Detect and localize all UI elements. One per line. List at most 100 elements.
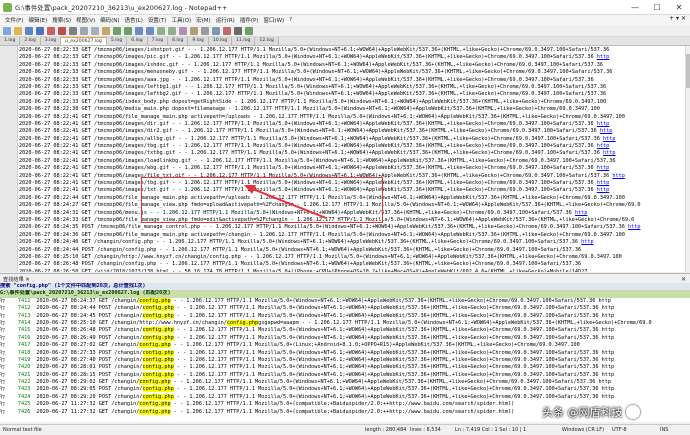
stop-macro-icon[interactable] bbox=[234, 26, 242, 35]
tab-10[interactable]: 10.log bbox=[208, 37, 233, 45]
menu-help[interactable]: ? bbox=[289, 17, 292, 23]
zoom-out-icon[interactable] bbox=[168, 26, 176, 35]
tab-12[interactable]: 12.log bbox=[255, 37, 279, 45]
find-result-row[interactable]: 行 7412 2020-06-27 08:24:44 POST /changin/… bbox=[0, 305, 690, 312]
find-result-row[interactable]: 行 7418 2020-06-27 08:27:33 POST /changin/… bbox=[0, 349, 690, 357]
close-all-icon[interactable] bbox=[58, 26, 66, 35]
sync-scroll-icon[interactable] bbox=[179, 26, 187, 35]
menu-file[interactable]: 文件(F) bbox=[5, 16, 23, 24]
log-line-link[interactable]: http bbox=[628, 224, 641, 230]
result-text-after: - - 1.206.12.177 HTTP/1.1 Mozilla/5.0+(W… bbox=[173, 393, 615, 400]
print-icon[interactable] bbox=[69, 26, 77, 35]
tab-1[interactable]: 1.log bbox=[0, 37, 21, 45]
find-result-row[interactable]: 行 7420 2020-06-27 08:28:01 POST /changin/… bbox=[0, 364, 690, 371]
result-prefix: 行 bbox=[0, 342, 6, 349]
word-wrap-icon[interactable] bbox=[190, 26, 198, 35]
find-result-row[interactable]: 行 7415 2020-06-27 08:26:48 POST /changin/… bbox=[0, 327, 690, 334]
menu-encoding[interactable]: 编码(N) bbox=[100, 16, 119, 24]
minimize-button[interactable]: — bbox=[624, 0, 646, 14]
find-result-row[interactable]: 行 7416 2020-06-27 08:26:49 POST /changin/… bbox=[0, 334, 690, 342]
open-file-icon[interactable] bbox=[14, 26, 22, 35]
log-line: 2020-06-27 08:22:33 GET /tmcmsp06/images… bbox=[19, 62, 686, 69]
find-result-row[interactable]: 行 7413 2020-06-27 08:24:45 POST /changin/… bbox=[0, 312, 690, 320]
log-line-link[interactable]: http bbox=[603, 136, 616, 142]
menu-right-controls[interactable]: + ▾ ✕ bbox=[669, 15, 686, 22]
find-result-row[interactable]: 行 7419 2020-06-27 08:27:40 POST /changin/… bbox=[0, 356, 690, 364]
find-result-row[interactable]: 行 7411 2020-06-27 08:24:37 GET /changin/c… bbox=[0, 297, 690, 305]
record-macro-icon[interactable] bbox=[223, 26, 231, 35]
log-line-link[interactable]: http bbox=[603, 150, 616, 156]
zoom-in-icon[interactable] bbox=[157, 26, 165, 35]
result-text-before: 2020-06-27 11:27:32 GET /changin/ bbox=[36, 401, 140, 408]
indent-guide-icon[interactable] bbox=[212, 26, 220, 35]
editor[interactable]: 2020-06-27 08:22:33 GET /tmcmsp06/images… bbox=[0, 46, 686, 272]
new-file-icon[interactable] bbox=[3, 26, 11, 35]
menu-run[interactable]: 运行(R) bbox=[216, 16, 235, 24]
menu-language[interactable]: 语言(L) bbox=[125, 16, 143, 24]
menu-macro[interactable]: 宏(M) bbox=[196, 16, 211, 24]
menu-edit[interactable]: 编辑(E) bbox=[28, 16, 47, 24]
find-results-panel[interactable]: 搜索 "config.php" (1个文件中匹配到20次，总计查找1次) G:\… bbox=[0, 283, 690, 422]
result-line-number: 7413 bbox=[17, 312, 31, 319]
log-line-link[interactable]: http bbox=[575, 210, 588, 216]
close-button[interactable]: ✕ bbox=[668, 0, 690, 14]
log-line: 2020-06-27 08:22:41 GET /tmcmsp06/file_m… bbox=[19, 114, 686, 121]
menu-search[interactable]: 搜索(S) bbox=[52, 16, 71, 24]
maximize-button[interactable]: ☐ bbox=[646, 0, 668, 14]
log-line-link[interactable]: http bbox=[597, 143, 610, 149]
menu-settings[interactable]: 设置(T) bbox=[148, 16, 167, 24]
undo-icon[interactable] bbox=[113, 26, 121, 35]
log-line-link[interactable]: http bbox=[600, 128, 613, 134]
replace-icon[interactable] bbox=[146, 26, 154, 35]
status-file-type: Normal text file bbox=[3, 427, 42, 433]
close-file-icon[interactable] bbox=[47, 26, 55, 35]
tab-5[interactable]: 5.log bbox=[106, 37, 128, 45]
editor-scrollbar[interactable] bbox=[685, 46, 690, 272]
result-match: config.php bbox=[142, 327, 174, 334]
file-match-row[interactable]: G:\事件处置\pack_20207210_36213\u_ex200627.l… bbox=[0, 290, 690, 298]
menu-view[interactable]: 视图(V) bbox=[76, 16, 95, 24]
copy-icon[interactable] bbox=[91, 26, 99, 35]
tab-3[interactable]: 3.log bbox=[40, 37, 62, 45]
menu-tools[interactable]: 工具(O) bbox=[172, 16, 192, 24]
play-macro-icon[interactable] bbox=[245, 26, 253, 35]
find-result-row[interactable]: 行 7422 2020-06-27 08:29:02 GET /changin/c… bbox=[0, 379, 690, 386]
save-icon[interactable] bbox=[25, 26, 33, 35]
find-result-row[interactable]: 行 7417 2020-06-27 08:27:02 GET /changin/c… bbox=[0, 342, 690, 349]
log-line-link[interactable]: http bbox=[581, 239, 594, 245]
tab-2[interactable]: 2.log bbox=[20, 37, 41, 45]
find-result-row[interactable]: 行 7421 2020-06-27 08:28:15 POST /changin/… bbox=[0, 371, 690, 379]
search-summary-row[interactable]: 搜索 "config.php" (1个文件中匹配到20次，总计查找1次) bbox=[0, 283, 690, 291]
log-line-text: 2020-06-27 08:22:33 GET /tmcmsp06/images… bbox=[19, 76, 594, 83]
find-result-row[interactable]: 行 7423 2020-06-27 08:29:05 POST /changin/… bbox=[0, 386, 690, 393]
menu-window[interactable]: 窗口(W) bbox=[263, 16, 284, 24]
tab-active[interactable]: u_ex200627.log bbox=[61, 37, 107, 45]
tab-11[interactable]: 11.log bbox=[232, 37, 256, 45]
tab-9[interactable]: 9.log bbox=[188, 37, 209, 45]
log-line-link[interactable]: http bbox=[597, 187, 610, 193]
log-line-text: 2020-06-27 08:22:41 GET /tmcmsp06/images… bbox=[19, 165, 594, 172]
scrollbar-thumb[interactable] bbox=[686, 54, 690, 88]
save-all-icon[interactable] bbox=[36, 26, 44, 35]
result-prefix: 行 bbox=[0, 297, 6, 304]
log-line-link[interactable]: http bbox=[612, 173, 625, 179]
cut-icon[interactable] bbox=[80, 26, 88, 35]
tab-6[interactable]: 6.log bbox=[127, 37, 148, 45]
log-line-link[interactable]: http bbox=[597, 54, 610, 60]
log-line-link[interactable]: http bbox=[597, 121, 610, 127]
paste-icon[interactable] bbox=[102, 26, 110, 35]
redo-icon[interactable] bbox=[124, 26, 132, 35]
show-all-chars-icon[interactable] bbox=[201, 26, 209, 35]
result-text-after: gsgapwd=aaapm - - 1.206.12.177 HTTP/1.1 … bbox=[258, 319, 652, 326]
close-find-panel-icon[interactable]: ✕ bbox=[681, 276, 686, 283]
menu-plugins[interactable]: 插件(P) bbox=[240, 16, 259, 24]
find-result-row[interactable]: 行 7424 2020-06-27 08:29:20 POST /changin/… bbox=[0, 393, 690, 401]
log-line-link[interactable]: http bbox=[597, 180, 610, 186]
log-line-link[interactable]: http bbox=[597, 165, 610, 171]
result-text-before: 2020-06-27 08:29:02 GET /changin/ bbox=[36, 379, 140, 386]
find-result-row[interactable]: 行 7414 2020-06-27 08:25:10 GET /changin/h… bbox=[0, 319, 690, 327]
tab-8[interactable]: 8.log bbox=[168, 37, 189, 45]
find-icon[interactable] bbox=[135, 26, 143, 35]
tab-7[interactable]: 7.log bbox=[147, 37, 169, 45]
log-line-text: 2020-06-27 08:22:38 GET /tmcmsp06/media_… bbox=[19, 106, 600, 113]
